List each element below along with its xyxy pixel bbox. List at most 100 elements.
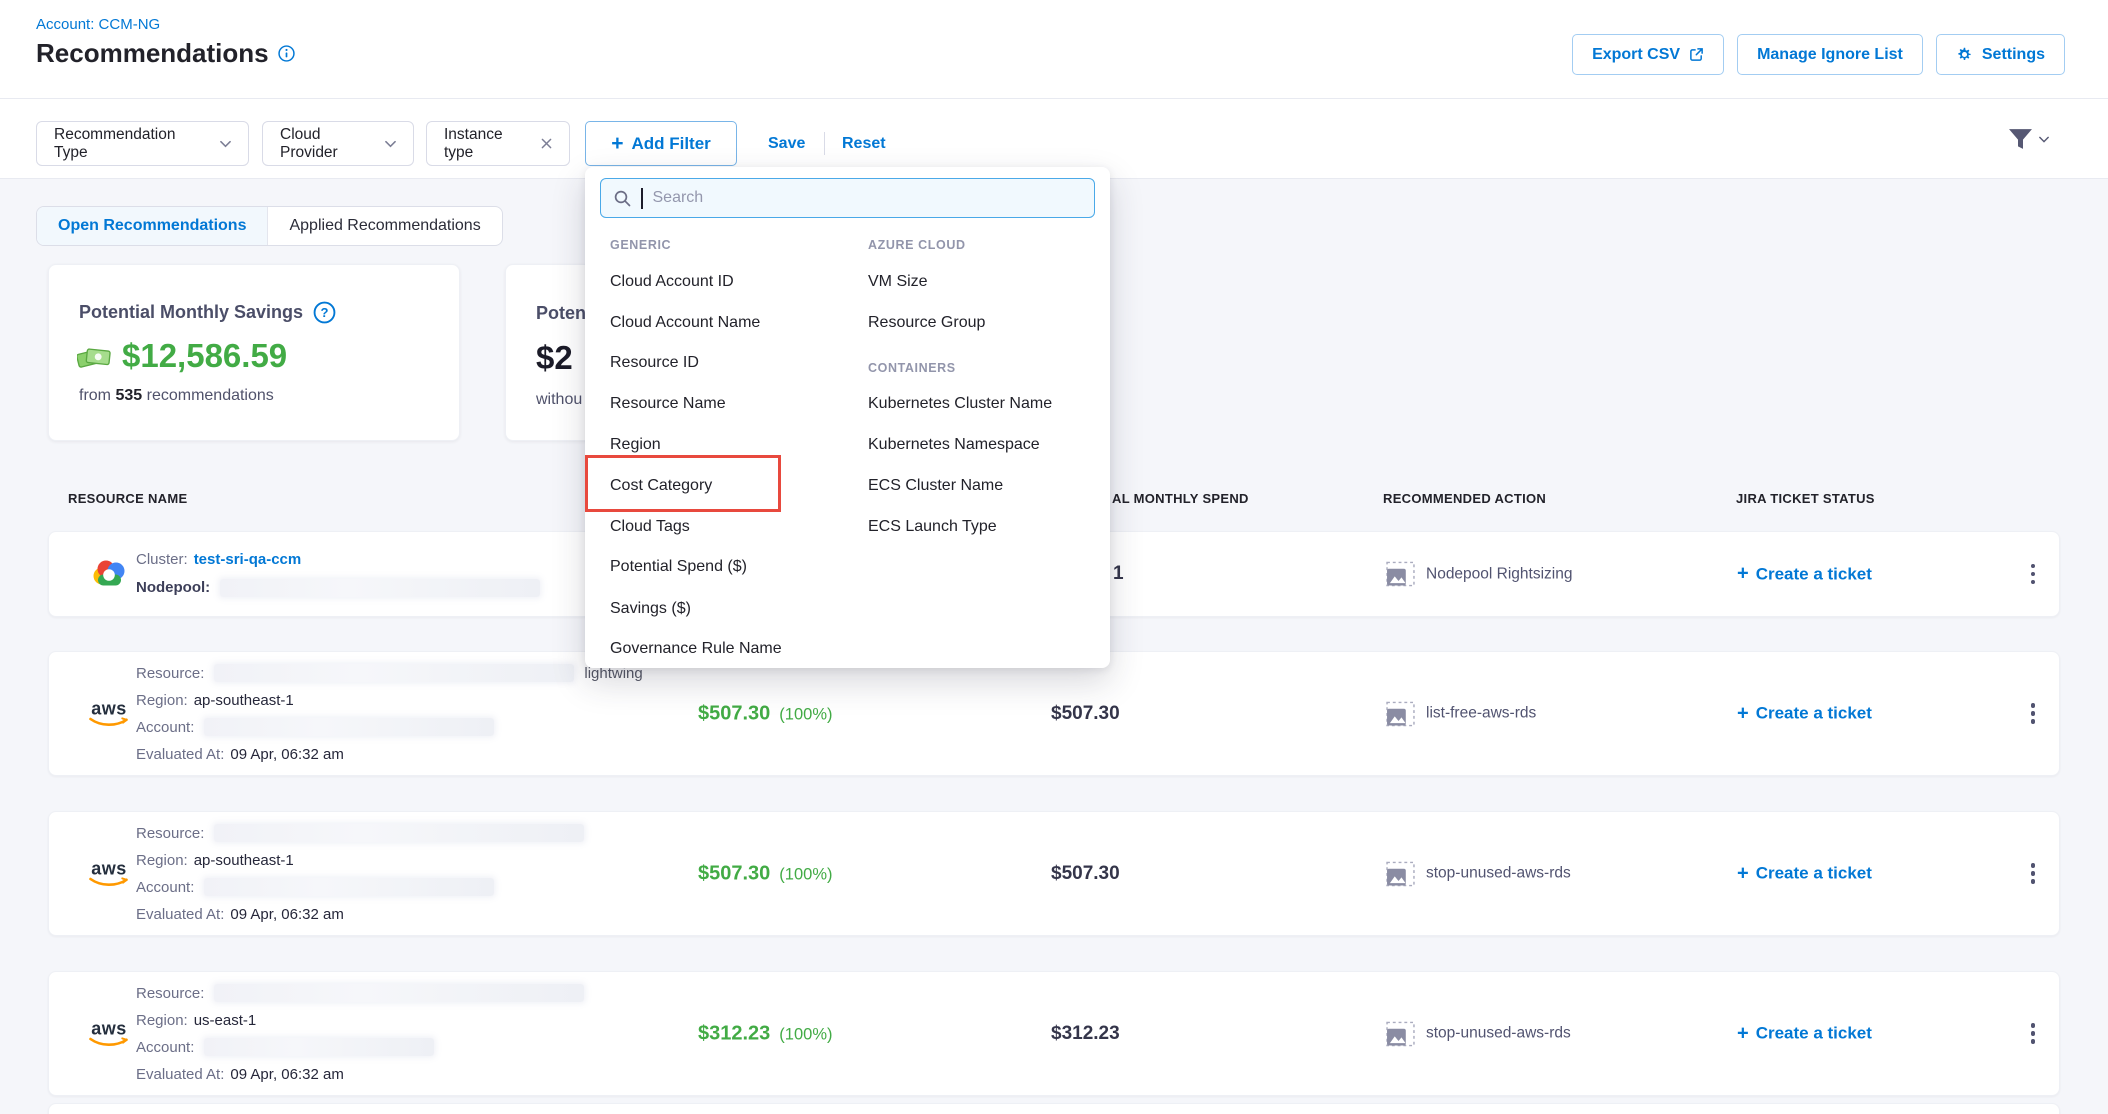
settings-button[interactable]: Settings	[1936, 34, 2065, 75]
region-label: Region:	[136, 687, 188, 714]
savings-value: $312.23	[698, 1022, 770, 1045]
filter-panel-toggle[interactable]	[2008, 128, 2049, 151]
create-ticket-link[interactable]: + Create a ticket	[1737, 702, 1872, 725]
filter-option-resource-group[interactable]: Resource Group	[868, 314, 985, 332]
broken-image-icon	[1386, 1021, 1415, 1046]
filter-option-ecs-launch-type[interactable]: ECS Launch Type	[868, 518, 997, 536]
recommended-action-cell: stop-unused-aws-rds	[1386, 861, 1571, 886]
gcp-logo-icon	[86, 558, 132, 591]
filter-option-cloud-account-name[interactable]: Cloud Account Name	[610, 314, 760, 332]
chevron-down-icon	[385, 140, 396, 148]
filter-option-vm-size[interactable]: VM Size	[868, 273, 928, 291]
filter-option-potential-spend[interactable]: Potential Spend ($)	[610, 558, 747, 576]
close-icon[interactable]	[541, 138, 552, 149]
cluster-label: Cluster:	[136, 546, 188, 574]
text-cursor	[641, 188, 643, 209]
evaluated-at-value: 09 Apr, 06:32 am	[230, 901, 343, 928]
export-csv-label: Export CSV	[1592, 46, 1680, 64]
create-ticket-link[interactable]: + Create a ticket	[1737, 1022, 1872, 1045]
account-label: Account:	[136, 714, 194, 741]
filter-option-resource-name[interactable]: Resource Name	[610, 395, 726, 413]
help-icon[interactable]: ?	[313, 301, 336, 324]
savings-percent: (100%)	[779, 865, 832, 884]
filter-option-resource-id[interactable]: Resource ID	[610, 354, 699, 372]
column-header-resource-name: RESOURCE NAME	[68, 491, 187, 506]
recommendations-tabs: Open Recommendations Applied Recommendat…	[36, 206, 503, 246]
savings-card-title: Potential Monthly Savings	[79, 302, 303, 323]
filter-option-cloud-tags[interactable]: Cloud Tags	[610, 518, 690, 536]
aws-logo-text: aws	[91, 700, 127, 716]
redacted-text	[204, 878, 494, 896]
monthly-savings-cell: $312.23 (100%)	[698, 1022, 833, 1045]
recommended-action-label: stop-unused-aws-rds	[1426, 865, 1571, 883]
table-row[interactable]	[48, 1103, 2060, 1114]
aws-logo-icon: aws	[86, 860, 132, 887]
export-csv-button[interactable]: Export CSV	[1572, 34, 1724, 75]
potential-monthly-savings-card: Potential Monthly Savings ? $12,586.59 f…	[48, 264, 460, 441]
reset-filter-link[interactable]: Reset	[842, 121, 886, 166]
resource-label: Resource:	[136, 980, 204, 1007]
plus-icon: +	[1737, 1022, 1749, 1045]
resource-details: Resource: Region: ap-southeast-1 Account…	[136, 820, 584, 928]
search-icon	[614, 190, 631, 207]
savings-amount-row: $12,586.59	[77, 337, 287, 375]
filter-option-cloud-account-id[interactable]: Cloud Account ID	[610, 273, 734, 291]
evaluated-at-value: 09 Apr, 06:32 am	[230, 741, 343, 768]
recommended-action-label: list-free-aws-rds	[1426, 705, 1536, 723]
filter-option-region[interactable]: Region	[610, 436, 661, 454]
filter-chip-cloud-provider[interactable]: Cloud Provider	[262, 121, 414, 166]
plus-icon: +	[611, 132, 623, 156]
tab-open-recommendations[interactable]: Open Recommendations	[37, 207, 267, 245]
create-ticket-label: Create a ticket	[1756, 564, 1872, 584]
search-input[interactable]	[653, 189, 1082, 207]
create-ticket-label: Create a ticket	[1756, 1024, 1872, 1044]
manage-ignore-list-button[interactable]: Manage Ignore List	[1737, 34, 1923, 75]
plus-icon: +	[1737, 862, 1749, 885]
filter-option-governance-rule-name[interactable]: Governance Rule Name	[610, 640, 782, 658]
monthly-savings-cell: $507.30 (100%)	[698, 862, 833, 885]
column-header-recommended-action: RECOMMENDED ACTION	[1383, 491, 1546, 506]
filter-option-savings[interactable]: Savings ($)	[610, 600, 691, 618]
dropdown-search[interactable]	[600, 178, 1095, 218]
filter-option-kubernetes-namespace[interactable]: Kubernetes Namespace	[868, 436, 1040, 454]
recommended-action-cell: Nodepool Rightsizing	[1386, 562, 1572, 587]
row-menu-button[interactable]	[2018, 857, 2048, 891]
savings-amount: $12,586.59	[122, 337, 287, 375]
row-menu-button[interactable]	[2018, 1017, 2048, 1051]
breadcrumb[interactable]: Account: CCM-NG	[36, 16, 160, 33]
info-icon[interactable]	[278, 45, 295, 62]
savings-subtitle: from 535 recommendations	[79, 387, 274, 405]
svg-text:?: ?	[321, 305, 329, 320]
spend-amount-row: $2	[536, 339, 573, 377]
monthly-spend-value: $312.23	[1051, 1023, 1120, 1045]
filter-option-ecs-cluster-name[interactable]: ECS Cluster Name	[868, 477, 1003, 495]
table-row[interactable]: aws Resource: lightwing Region: ap-south…	[48, 651, 2060, 776]
add-filter-dropdown: GENERIC Cloud Account ID Cloud Account N…	[585, 167, 1110, 668]
filter-chip-instance-type[interactable]: Instance type	[426, 121, 570, 166]
resource-details: Resource: lightwing Region: ap-southeast…	[136, 660, 643, 768]
create-ticket-label: Create a ticket	[1756, 864, 1872, 884]
region-value: ap-southeast-1	[194, 847, 294, 874]
group-label-azure-cloud: AZURE CLOUD	[868, 238, 966, 252]
redacted-text	[214, 824, 584, 842]
save-filter-link[interactable]: Save	[768, 121, 805, 166]
region-value: us-east-1	[194, 1007, 257, 1034]
row-menu-button[interactable]	[2018, 697, 2048, 731]
savings-sub-suffix: recommendations	[147, 387, 274, 404]
cluster-link[interactable]: test-sri-qa-ccm	[194, 546, 302, 574]
table-row[interactable]: aws Resource: Region: us-east-1 Account:…	[48, 971, 2060, 1096]
resource-label: Resource:	[136, 820, 204, 847]
filter-option-kubernetes-cluster-name[interactable]: Kubernetes Cluster Name	[868, 395, 1052, 413]
recommended-action-cell: stop-unused-aws-rds	[1386, 1021, 1571, 1046]
money-icon	[77, 343, 113, 370]
filter-chip-recommendation-type[interactable]: Recommendation Type	[36, 121, 249, 166]
table-row[interactable]: aws Resource: Region: ap-southeast-1 Acc…	[48, 811, 2060, 936]
create-ticket-link[interactable]: + Create a ticket	[1737, 563, 1872, 586]
account-label: Account:	[136, 874, 194, 901]
tab-applied-recommendations[interactable]: Applied Recommendations	[267, 207, 501, 245]
row-menu-button[interactable]	[2018, 557, 2048, 591]
add-filter-label: Add Filter	[631, 134, 710, 154]
page-title: Recommendations	[36, 38, 269, 69]
create-ticket-link[interactable]: + Create a ticket	[1737, 862, 1872, 885]
add-filter-button[interactable]: + Add Filter	[585, 121, 737, 166]
